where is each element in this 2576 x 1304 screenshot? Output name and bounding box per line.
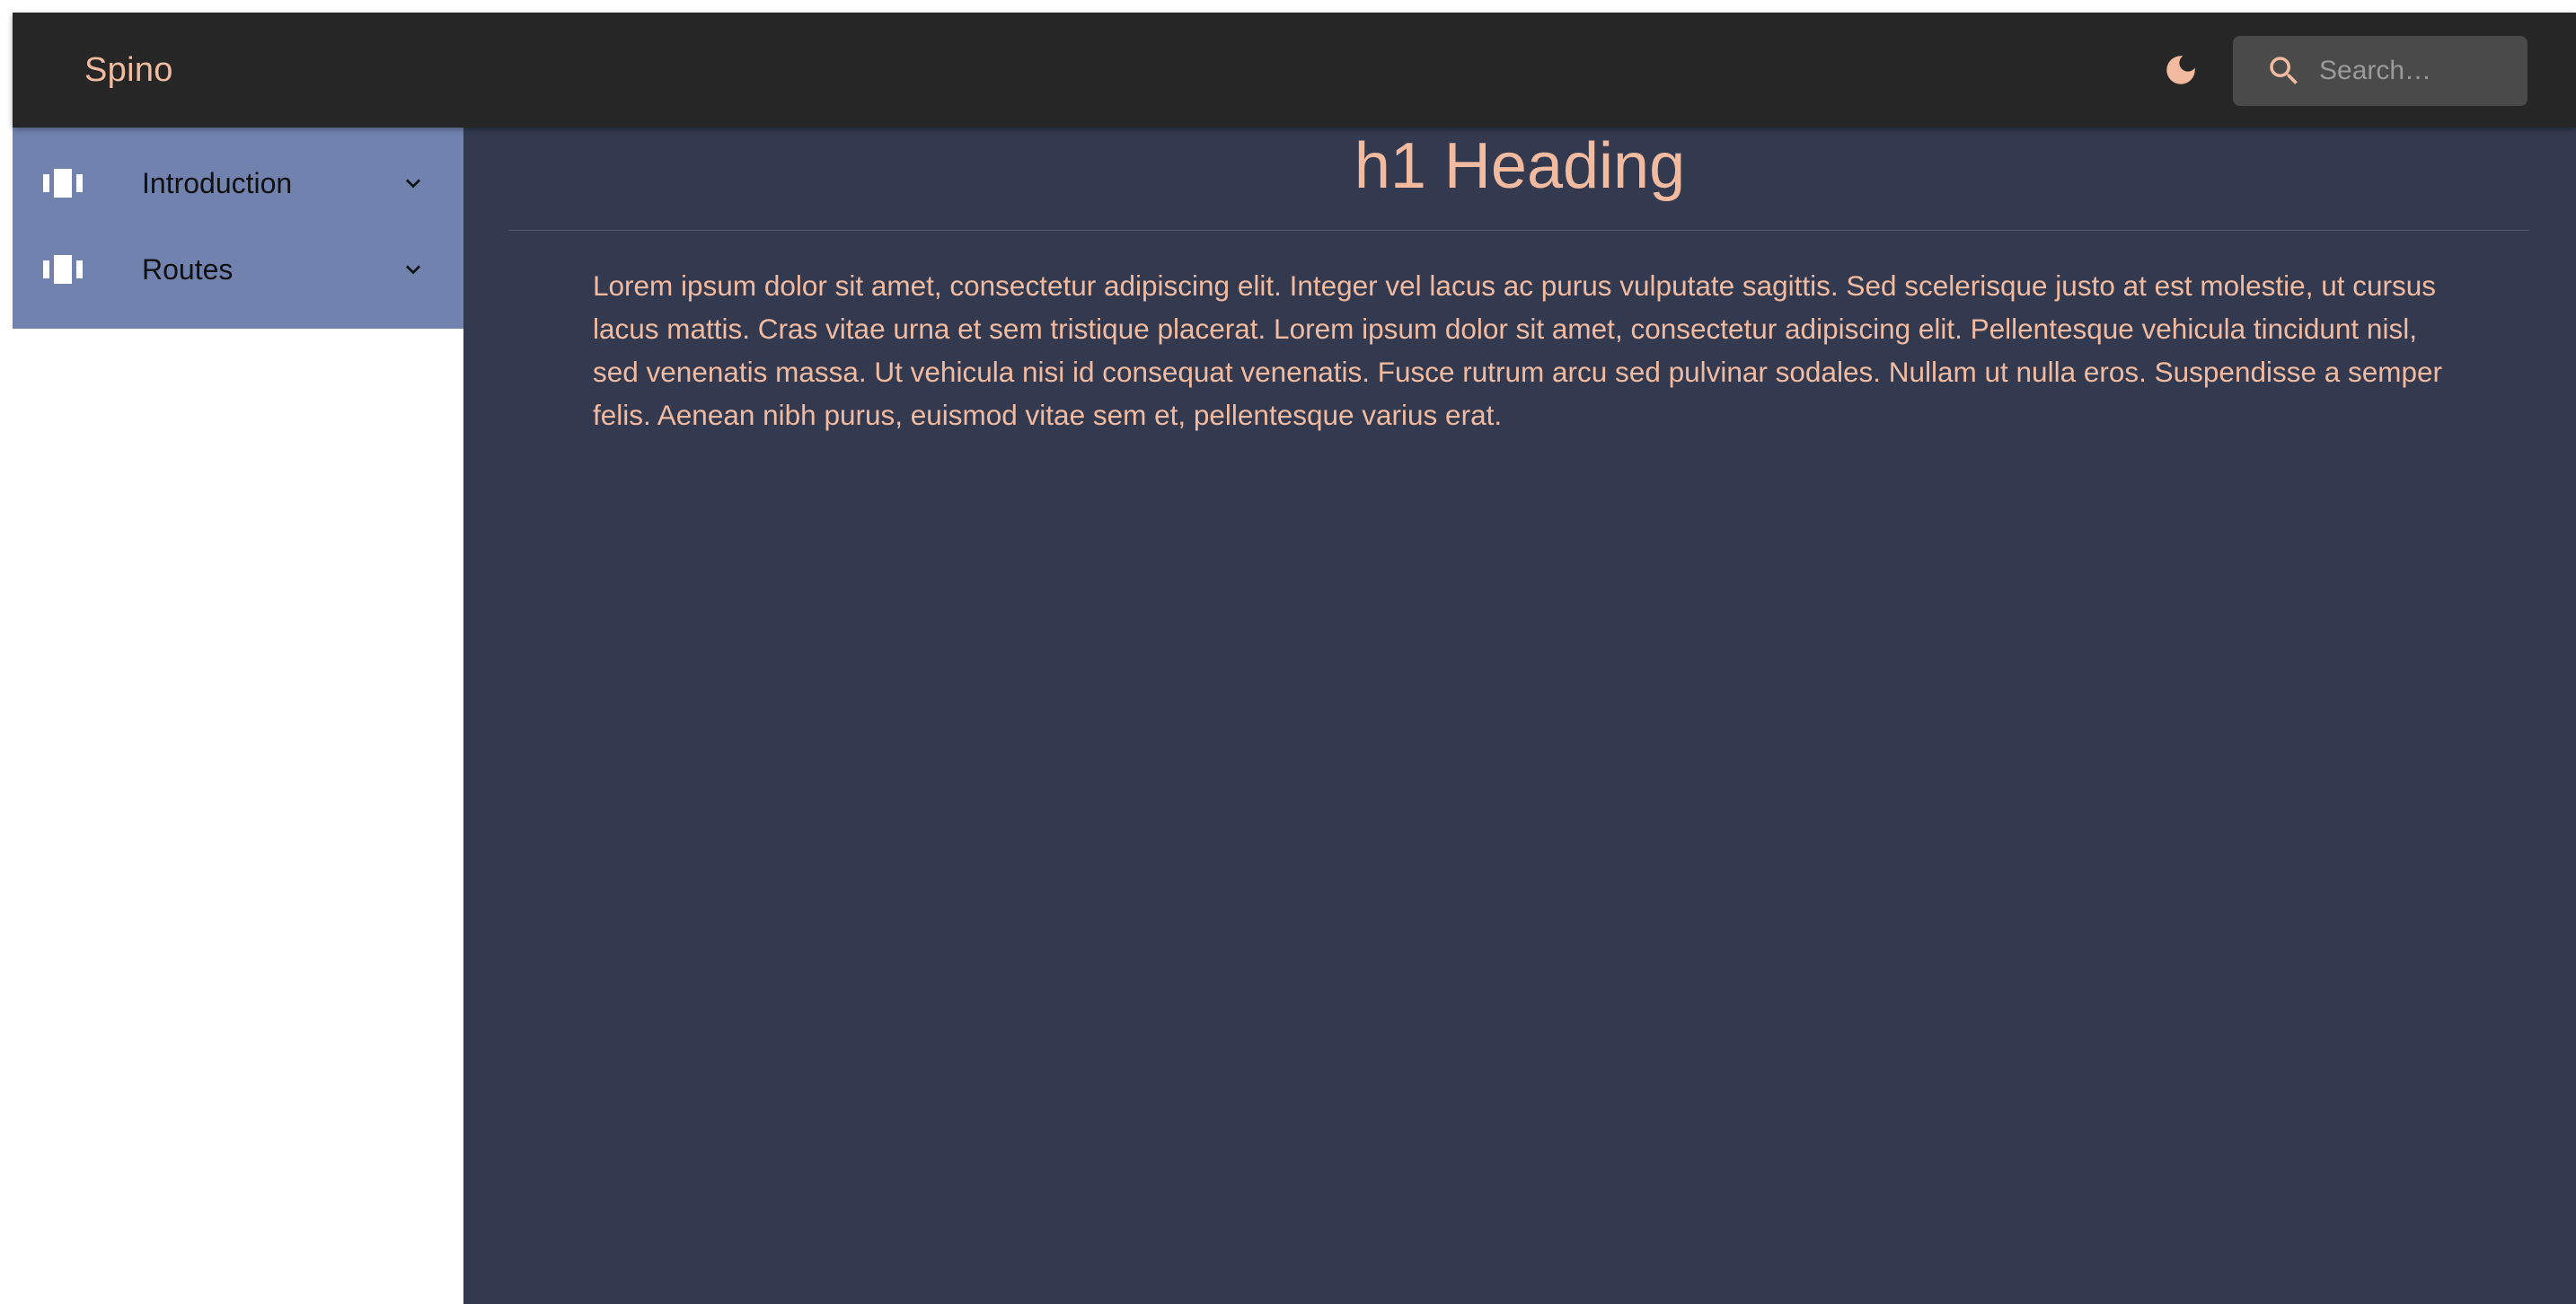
moon-icon: [2166, 56, 2195, 84]
chevron-down-icon[interactable]: [399, 169, 428, 198]
sidebar: Introduction Routes: [13, 128, 463, 1304]
component-icon: [43, 255, 83, 284]
app-bar: Spino: [13, 13, 2576, 128]
sidebar-item-label: Introduction: [142, 167, 293, 199]
page-heading: h1 Heading: [1354, 130, 1686, 202]
search-icon: [2270, 57, 2298, 84]
heading-divider: [508, 230, 2529, 231]
chevron-down-icon[interactable]: [399, 255, 428, 284]
body-paragraph: Lorem ipsum dolor sit amet, consectetur …: [593, 269, 2443, 431]
main-content: h1 Heading Lorem ipsum dolor sit amet, c…: [463, 128, 2576, 1304]
sidebar-item-introduction[interactable]: Introduction: [13, 140, 463, 226]
sidebar-item-routes[interactable]: Routes: [13, 226, 463, 313]
sidebar-nav: Introduction Routes: [13, 128, 463, 329]
sidebar-item-label: Routes: [142, 253, 234, 286]
app-window: Spino Introduction: [13, 13, 2576, 1304]
brand-title[interactable]: Spino: [84, 13, 173, 128]
theme-toggle-button[interactable]: [2156, 45, 2206, 95]
search-input[interactable]: [2319, 36, 2517, 106]
component-icon: [43, 169, 83, 198]
search-box[interactable]: [2233, 36, 2527, 106]
